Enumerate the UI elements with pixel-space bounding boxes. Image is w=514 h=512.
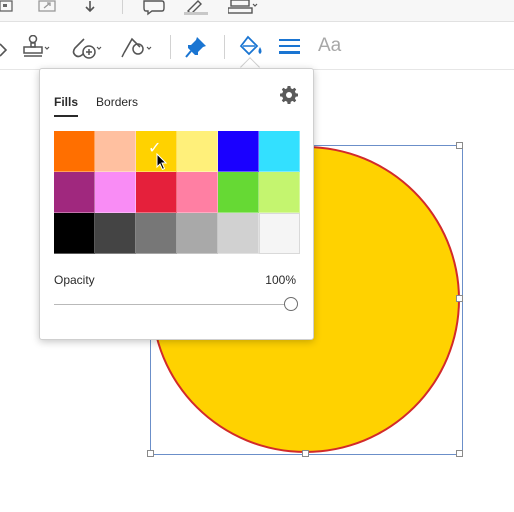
color-swatch[interactable] — [177, 172, 218, 213]
color-swatch[interactable] — [218, 172, 259, 213]
top-toolbar — [0, 0, 514, 22]
fill-color-icon — [239, 35, 262, 56]
opacity-label: Opacity — [54, 273, 95, 287]
color-swatch[interactable] — [95, 131, 136, 172]
color-swatch[interactable] — [54, 172, 95, 213]
line-style-tool[interactable] — [278, 35, 302, 59]
opacity-slider-thumb[interactable] — [284, 297, 298, 311]
tab-fills[interactable]: Fills — [54, 95, 79, 117]
color-swatch[interactable] — [218, 213, 259, 254]
fill-color-tool[interactable] — [238, 35, 266, 59]
stamp-icon[interactable] — [228, 0, 258, 16]
eraser-icon — [0, 43, 8, 57]
page-thumbnail-icon[interactable] — [0, 0, 16, 16]
color-swatch[interactable] — [136, 213, 177, 254]
app-window: Aa Fills Borders ✓ Opacity 100% — [0, 0, 514, 512]
color-swatch[interactable] — [259, 213, 300, 254]
color-popover: Fills Borders ✓ Opacity 100% — [39, 68, 314, 340]
comment-icon[interactable] — [142, 0, 166, 16]
pin-tool[interactable] — [184, 35, 208, 59]
color-swatch[interactable] — [177, 213, 218, 254]
color-swatch[interactable] — [259, 131, 300, 172]
resize-handle-right[interactable] — [456, 295, 463, 302]
color-swatch[interactable] — [54, 213, 95, 254]
opacity-slider-track[interactable] — [54, 304, 291, 305]
line-style-icon — [279, 39, 300, 54]
color-swatch[interactable] — [177, 131, 218, 172]
color-swatch[interactable] — [218, 131, 259, 172]
shapes-tool[interactable] — [120, 35, 154, 59]
gear-icon[interactable] — [279, 85, 299, 105]
color-swatch[interactable] — [54, 131, 95, 172]
highlight-pen-icon[interactable] — [184, 0, 210, 16]
text-tool[interactable]: Aa — [318, 35, 341, 57]
attach-file-tool[interactable] — [70, 35, 104, 59]
annotation-toolbar: Aa — [0, 23, 514, 70]
color-swatch[interactable] — [95, 172, 136, 213]
color-swatch[interactable] — [136, 172, 177, 213]
opacity-value: 100% — [265, 273, 296, 287]
toolbar-separator — [224, 35, 225, 59]
tab-borders[interactable]: Borders — [96, 95, 138, 117]
stamp-tool[interactable] — [22, 35, 52, 59]
resize-handle-top-right[interactable] — [456, 142, 463, 149]
color-swatch-grid: ✓ — [54, 131, 300, 254]
download-arrow-icon[interactable] — [84, 0, 96, 16]
stamp-tool-icon — [23, 35, 50, 57]
eraser-tool[interactable] — [0, 35, 10, 59]
popover-tabs: Fills Borders — [54, 95, 138, 117]
resize-handle-bottom-right[interactable] — [456, 450, 463, 457]
color-swatch[interactable] — [95, 213, 136, 254]
pin-icon — [185, 37, 206, 58]
resize-handle-bottom-left[interactable] — [147, 450, 154, 457]
shapes-tool-icon — [121, 37, 152, 58]
toolbar-separator — [122, 0, 123, 14]
color-swatch[interactable] — [259, 172, 300, 213]
toolbar-separator — [170, 35, 171, 59]
resize-handle-bottom[interactable] — [302, 450, 309, 457]
mouse-pointer-icon — [156, 153, 168, 171]
expand-icon[interactable] — [38, 0, 56, 16]
attach-file-icon — [72, 38, 102, 59]
